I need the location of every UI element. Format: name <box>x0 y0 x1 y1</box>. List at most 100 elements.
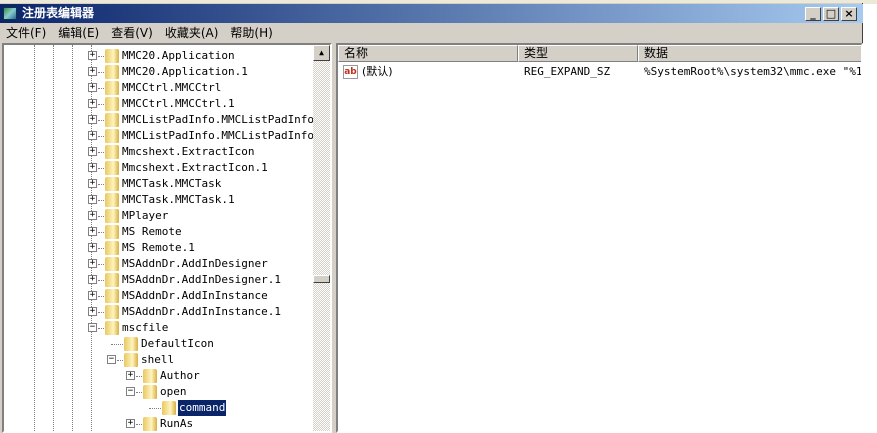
scroll-up-button[interactable]: ▲ <box>313 45 330 61</box>
tree-node[interactable]: + Mmcshext.ExtractIcon.1 <box>4 160 314 176</box>
tree-connector <box>98 56 104 57</box>
expand-icon[interactable]: + <box>88 275 97 284</box>
expand-icon[interactable]: + <box>88 243 97 252</box>
tree-connector <box>98 152 104 153</box>
minimize-button[interactable]: _ <box>805 7 821 21</box>
folder-icon <box>105 129 119 143</box>
maximize-button[interactable]: □ <box>823 7 839 21</box>
tree-node[interactable]: + MSAddnDr.AddInDesigner <box>4 256 314 272</box>
folder-icon <box>105 241 119 255</box>
column-header-data[interactable]: 数据 <box>638 45 861 62</box>
tree-node[interactable]: + MMC20.Application.1 <box>4 64 314 80</box>
tree-node[interactable]: + MMCTask.MMCTask.1 <box>4 192 314 208</box>
tree-node[interactable]: + MS Remote.1 <box>4 240 314 256</box>
collapse-icon[interactable]: − <box>107 355 116 364</box>
expand-icon[interactable]: + <box>88 211 97 220</box>
close-button[interactable]: × <box>841 7 857 21</box>
expand-icon[interactable]: + <box>88 51 97 60</box>
tree-node[interactable]: − mscfile <box>4 320 314 336</box>
expand-icon[interactable]: + <box>88 115 97 124</box>
expand-icon[interactable]: + <box>88 67 97 76</box>
tree-node[interactable]: − shell <box>4 352 314 368</box>
menu-edit[interactable]: 编辑(E) <box>52 24 105 43</box>
folder-icon <box>105 321 119 335</box>
regedit-icon <box>3 7 17 20</box>
menu-file[interactable]: 文件(F) <box>0 24 52 43</box>
collapse-icon[interactable]: − <box>126 387 135 396</box>
tree-node[interactable]: + MPlayer <box>4 208 314 224</box>
tree-node[interactable]: + RunAs <box>4 416 314 431</box>
tree-connector <box>98 232 104 233</box>
tree-connector <box>98 328 104 329</box>
expand-icon[interactable]: + <box>88 147 97 156</box>
tree-connector <box>98 72 104 73</box>
tree-node[interactable]: + MMCListPadInfo.MMCListPadInfo.1 <box>4 128 327 144</box>
tree-node[interactable]: + MMCCtrl.MMCCtrl.1 <box>4 96 314 112</box>
tree-connector <box>117 360 123 361</box>
registry-tree[interactable]: + MMC20.Application + MMC20.Application.1 + M… <box>2 43 332 433</box>
tree-node[interactable]: + MMCCtrl.MMCCtrl <box>4 80 314 96</box>
tree-connector <box>98 248 104 249</box>
tree-connector <box>98 200 104 201</box>
values-list[interactable]: 名称 类型 数据 ab (默认) REG_EXPAND_SZ %SystemRo… <box>336 43 863 433</box>
menu-view[interactable]: 查看(V) <box>105 24 159 43</box>
tree-node-label: MMC20.Application <box>122 49 235 62</box>
tree-node[interactable]: command <box>4 399 314 417</box>
tree-node-label: MSAddnDr.AddInDesigner.1 <box>122 273 281 286</box>
expand-icon[interactable]: + <box>88 179 97 188</box>
value-type: REG_EXPAND_SZ <box>524 65 611 78</box>
tree-connector <box>98 168 104 169</box>
tree-connector <box>136 376 142 377</box>
menu-favorites[interactable]: 收藏夹(A) <box>159 24 225 43</box>
tree-node[interactable]: + MMCListPadInfo.MMCListPadInfo <box>4 112 314 128</box>
expand-icon[interactable]: + <box>88 195 97 204</box>
tree-connector <box>98 184 104 185</box>
expand-icon[interactable]: + <box>88 131 97 140</box>
tree-connector <box>98 216 104 217</box>
folder-icon <box>105 193 119 207</box>
expand-icon[interactable]: + <box>88 307 97 316</box>
folder-icon <box>105 225 119 239</box>
folder-icon <box>105 161 119 175</box>
tree-node-label: MSAddnDr.AddInInstance.1 <box>122 305 281 318</box>
folder-icon <box>124 353 138 367</box>
tree-node-label: MSAddnDr.AddInInstance <box>122 289 268 302</box>
expand-icon[interactable]: + <box>88 227 97 236</box>
expand-icon[interactable]: + <box>88 259 97 268</box>
tree-node[interactable]: + Mmcshext.ExtractIcon <box>4 144 314 160</box>
tree-node-label: MS Remote.1 <box>122 241 195 254</box>
tree-node[interactable]: + MS Remote <box>4 224 314 240</box>
tree-node[interactable]: DefaultIcon <box>4 336 314 352</box>
tree-node[interactable]: + MSAddnDr.AddInDesigner.1 <box>4 272 314 288</box>
tree-node-label: Author <box>160 369 200 382</box>
tree-node-label: MMCTask.MMCTask.1 <box>122 193 235 206</box>
column-header-name[interactable]: 名称 <box>338 45 518 62</box>
folder-icon <box>105 65 119 79</box>
title-bar[interactable]: 注册表编辑器 _ □ × <box>0 4 863 23</box>
expand-icon[interactable]: + <box>126 419 135 428</box>
expand-icon[interactable]: + <box>88 163 97 172</box>
tree-node[interactable]: + MMCTask.MMCTask <box>4 176 314 192</box>
tree-node-label: DefaultIcon <box>141 337 214 350</box>
expand-icon[interactable]: + <box>88 291 97 300</box>
tree-node[interactable]: + MSAddnDr.AddInInstance <box>4 288 314 304</box>
tree-connector <box>98 264 104 265</box>
tree-node[interactable]: + MSAddnDr.AddInInstance.1 <box>4 304 314 320</box>
folder-icon <box>105 177 119 191</box>
tree-node-label: shell <box>141 353 175 366</box>
tree-connector <box>98 312 104 313</box>
tree-connector <box>98 296 104 297</box>
expand-icon[interactable]: + <box>88 99 97 108</box>
expand-icon[interactable]: + <box>126 371 135 380</box>
expand-icon[interactable]: + <box>88 83 97 92</box>
tree-node[interactable]: + MMC20.Application <box>4 48 314 64</box>
value-name[interactable]: (默认) <box>362 64 393 80</box>
menu-help[interactable]: 帮助(H) <box>224 24 278 43</box>
collapse-icon[interactable]: − <box>88 323 97 332</box>
tree-node-label: MS Remote <box>122 225 182 238</box>
tree-scrollbar[interactable]: ▲ <box>313 45 330 431</box>
scroll-thumb[interactable] <box>313 275 330 283</box>
tree-node[interactable]: + Author <box>4 368 314 384</box>
tree-node[interactable]: − open <box>4 384 314 400</box>
column-header-type[interactable]: 类型 <box>518 45 638 62</box>
